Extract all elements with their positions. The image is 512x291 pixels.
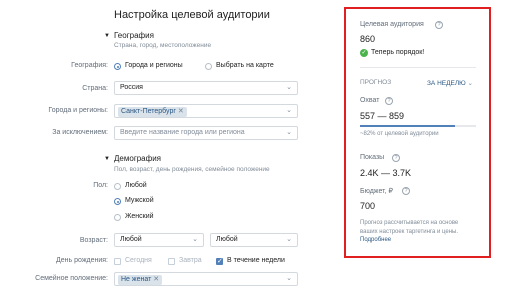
more-link[interactable]: Подробнее [360, 237, 391, 243]
radio-map[interactable] [205, 63, 212, 70]
reach-value: 557 — 859 [360, 111, 405, 121]
chevron-down-icon: ⌄ [192, 236, 198, 243]
city-tag: Санкт-Петербург ✕ [118, 107, 187, 117]
audience-value: 860 [360, 34, 376, 44]
impressions-label: Показы [360, 154, 385, 161]
marital-label: Семейное положение: [35, 275, 108, 282]
exclude-label: За исключением: [52, 129, 108, 136]
demography-section-title[interactable]: Демография [114, 154, 161, 163]
exclude-input[interactable]: Введите название города или региона ⌄ [114, 126, 298, 140]
collapse-triangle-icon[interactable]: ▼ [104, 156, 110, 162]
demography-section-hint: Пол, возраст, день рождения, семейное по… [114, 166, 270, 173]
age-to-select[interactable]: Любой ⌄ [210, 233, 298, 247]
audience-forecast-panel: Целевая аудитория ? 860 ✓ Теперь порядок… [344, 7, 491, 258]
radio-regions[interactable] [114, 63, 121, 70]
city-tag-label: Санкт-Петербург [121, 108, 176, 115]
checkbox-week[interactable] [216, 257, 223, 265]
period-select-label: ЗА НЕДЕЛЮ [427, 80, 466, 87]
period-select[interactable]: ЗА НЕДЕЛЮ ⌄ [427, 79, 473, 87]
radio-gender-female-label[interactable]: Женский [125, 213, 154, 220]
radio-gender-any[interactable] [114, 183, 121, 190]
checkbox-today[interactable] [114, 258, 121, 265]
audience-label: Целевая аудитория [360, 21, 424, 28]
collapse-triangle-icon[interactable]: ▼ [104, 33, 110, 39]
chevron-down-icon: ⌄ [286, 129, 292, 136]
forecast-footnote: Прогноз рассчитывается на основе ваших н… [360, 219, 476, 245]
help-icon[interactable]: ? [392, 154, 400, 162]
geography-label: География: [71, 62, 108, 69]
checkbox-week-label[interactable]: В течение недели [227, 257, 285, 264]
checkbox-tomorrow[interactable] [168, 258, 175, 265]
help-icon[interactable]: ? [435, 21, 443, 29]
budget-value: 700 [360, 201, 376, 211]
radio-map-label[interactable]: Выбрать на карте [216, 62, 274, 69]
checkbox-tomorrow-label[interactable]: Завтра [179, 257, 202, 264]
cities-label: Города и регионы: [48, 107, 108, 114]
radio-regions-label[interactable]: Города и регионы [125, 62, 183, 69]
divider [360, 67, 476, 68]
age-from-select[interactable]: Любой ⌄ [114, 233, 204, 247]
reach-label: Охват [360, 97, 380, 104]
radio-gender-any-label[interactable]: Любой [125, 182, 147, 189]
radio-gender-male-label[interactable]: Мужской [125, 197, 154, 204]
page-title: Настройка целевой аудитории [114, 9, 270, 21]
remove-tag-icon[interactable]: ✕ [153, 276, 159, 283]
geography-section-hint: Страна, город, местоположение [114, 42, 212, 49]
reach-progress-fill [360, 125, 456, 127]
geography-section-title[interactable]: География [114, 31, 154, 40]
gender-label: Пол: [93, 182, 108, 189]
birthday-label: День рождения: [56, 257, 108, 264]
check-circle-icon: ✓ [360, 49, 368, 57]
help-icon[interactable]: ? [402, 187, 410, 195]
reach-hint: ~82% от целевой аудитории [360, 131, 439, 137]
age-label: Возраст: [79, 237, 108, 244]
chevron-down-icon: ⌄ [286, 107, 292, 114]
impressions-value: 2.4K — 3.7K [360, 168, 412, 178]
age-from-value: Любой [120, 236, 142, 243]
marital-input[interactable]: Не женат ✕ ⌄ [114, 272, 298, 286]
audience-status: Теперь порядок! [371, 49, 425, 56]
chevron-down-icon: ⌄ [286, 275, 292, 282]
radio-gender-female[interactable] [114, 214, 121, 221]
forecast-label: ПРОГНОЗ [360, 79, 392, 86]
country-value: Россия [120, 84, 143, 91]
help-icon[interactable]: ? [385, 97, 393, 105]
cities-input[interactable]: Санкт-Петербург ✕ ⌄ [114, 104, 298, 118]
age-to-value: Любой [216, 236, 238, 243]
remove-tag-icon[interactable]: ✕ [178, 108, 184, 115]
chevron-down-icon: ⌄ [286, 236, 292, 243]
reach-progress-track [360, 125, 476, 127]
checkbox-today-label[interactable]: Сегодня [125, 257, 152, 264]
chevron-down-icon: ⌄ [467, 80, 473, 87]
exclude-placeholder: Введите название города или региона [120, 129, 245, 136]
country-label: Страна: [82, 85, 108, 92]
chevron-down-icon: ⌄ [286, 84, 292, 91]
marital-tag-label: Не женат [121, 276, 152, 283]
radio-gender-male[interactable] [114, 198, 121, 205]
country-select[interactable]: Россия ⌄ [114, 81, 298, 95]
budget-label: Бюджет, ₽ [360, 188, 393, 195]
marital-tag: Не женат ✕ [118, 275, 163, 285]
footnote-text: Прогноз рассчитывается на основе ваших н… [360, 220, 459, 235]
